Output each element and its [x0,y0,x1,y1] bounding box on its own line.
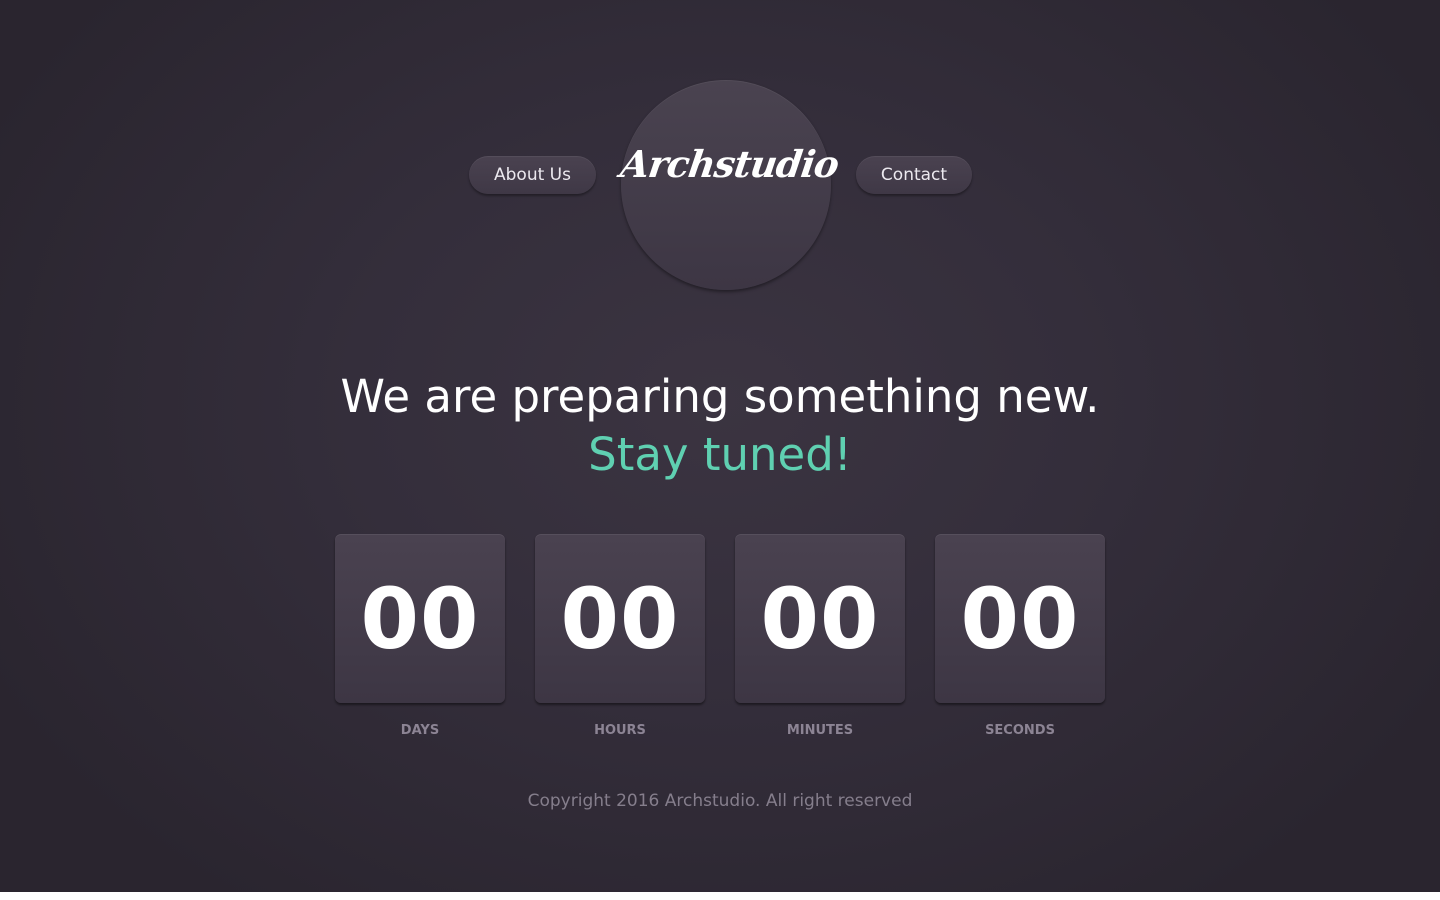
headline: We are preparing something new. [340,370,1100,423]
countdown-days-value: 00 [360,570,480,668]
copyright-text: Copyright 2016 Archstudio. All right res… [527,791,913,811]
countdown-hours-label: HOURS [594,723,646,738]
countdown-days-label: DAYS [400,723,440,738]
countdown-minutes-label: MINUTES [786,723,854,738]
countdown-hours-value: 00 [560,570,680,668]
countdown-minutes-box: 00 [735,534,905,703]
countdown-seconds-value: 00 [960,570,1080,668]
countdown-hours-box: 00 [535,534,705,703]
logo-text: Archstudio [617,142,842,186]
countdown-minutes-value: 00 [760,570,880,668]
tagline: Stay tuned! [588,428,852,481]
countdown-seconds-box: 00 [935,534,1105,703]
contact-button[interactable]: Contact [856,156,972,194]
countdown-days-box: 00 [335,534,505,703]
about-us-button[interactable]: About Us [469,156,596,194]
coming-soon-page: About Us Archstudio Contact We are prepa… [0,0,1440,892]
countdown-seconds-label: SECONDS [985,723,1055,738]
logo-badge[interactable]: Archstudio [617,80,842,290]
